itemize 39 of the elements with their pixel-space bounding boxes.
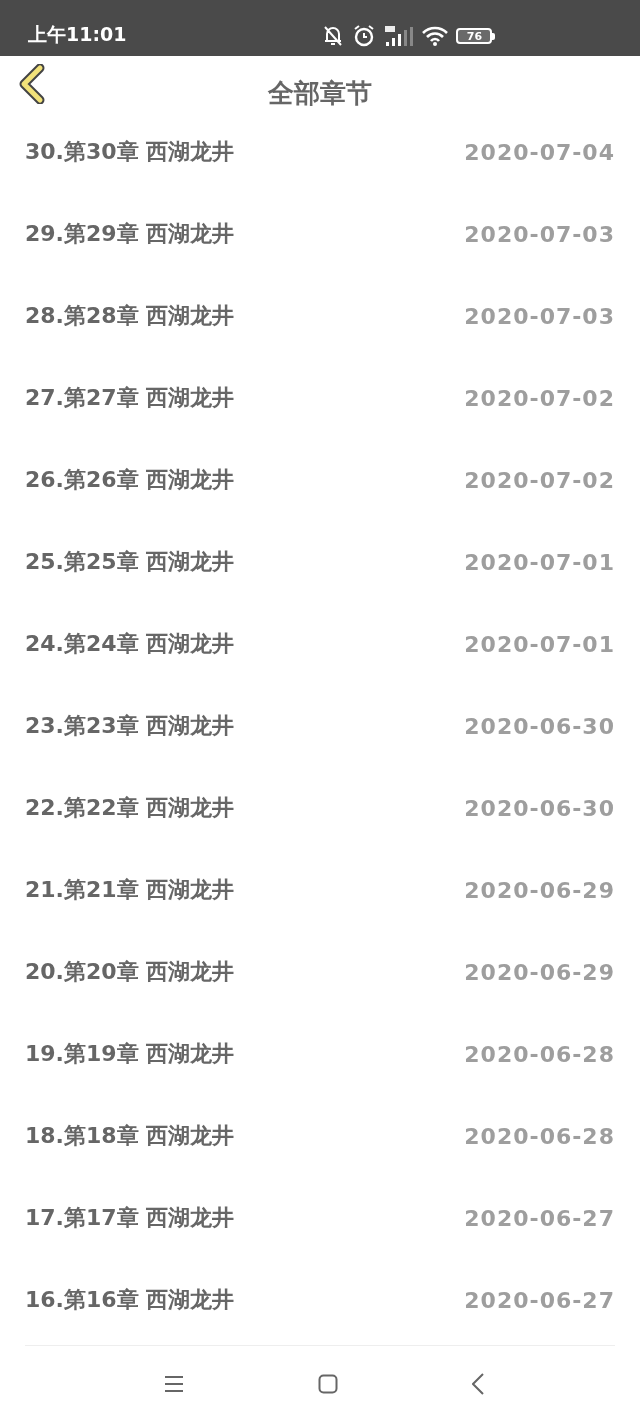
chapter-date: 2020-06-29 — [464, 959, 615, 985]
clock: 上午11:01 — [28, 22, 127, 47]
menu-icon[interactable] — [164, 1375, 184, 1393]
chapter-date: 2020-07-04 — [464, 139, 615, 165]
chapter-date: 2020-06-30 — [464, 713, 615, 739]
chapter-date: 2020-07-02 — [464, 385, 615, 411]
chapter-title[interactable]: 21.第21章 西湖龙井 — [25, 875, 235, 905]
wifi-icon — [422, 26, 449, 46]
page-title: 全部章节 — [268, 77, 372, 110]
chapter-date: 2020-07-03 — [464, 221, 615, 247]
chapter-date: 2020-07-01 — [464, 549, 615, 575]
chapter-title[interactable]: 22.第22章 西湖龙井 — [25, 793, 235, 823]
chapter-title[interactable]: 25.第25章 西湖龙井 — [25, 547, 235, 577]
back-icon[interactable] — [472, 1373, 484, 1395]
chapter-date: 2020-07-02 — [464, 467, 615, 493]
chapter-title[interactable]: 19.第19章 西湖龙井 — [25, 1039, 235, 1069]
chapter-date: 2020-06-27 — [464, 1287, 615, 1313]
chapter-date: 2020-06-28 — [464, 1123, 615, 1149]
chapter-title[interactable]: 18.第18章 西湖龙井 — [25, 1121, 235, 1151]
chapter-title[interactable]: 28.第28章 西湖龙井 — [25, 301, 235, 331]
chapter-title[interactable]: 26.第26章 西湖龙井 — [25, 465, 235, 495]
chapter-date: 2020-06-27 — [464, 1205, 615, 1231]
home-icon[interactable] — [318, 1374, 338, 1394]
battery-icon: 76 — [456, 28, 493, 44]
chapter-title[interactable]: 17.第17章 西湖龙井 — [25, 1203, 235, 1233]
muted-bell-icon — [322, 24, 345, 48]
signal-icon — [384, 25, 415, 47]
chapter-date: 2020-06-28 — [464, 1041, 615, 1067]
chapter-title[interactable]: 30.第30章 西湖龙井 — [25, 137, 235, 167]
chapter-date: 2020-06-29 — [464, 877, 615, 903]
chapter-title[interactable]: 16.第16章 西湖龙井 — [25, 1285, 235, 1315]
chapter-date: 2020-07-01 — [464, 631, 615, 657]
chapter-title[interactable]: 27.第27章 西湖龙井 — [25, 383, 235, 413]
chapter-title[interactable]: 23.第23章 西湖龙井 — [25, 711, 235, 741]
chapter-title[interactable]: 24.第24章 西湖龙井 — [25, 629, 235, 659]
chapter-date: 2020-06-30 — [464, 795, 615, 821]
chapter-title[interactable]: 29.第29章 西湖龙井 — [25, 219, 235, 249]
chapter-date: 2020-07-03 — [464, 303, 615, 329]
chapter-title[interactable]: 20.第20章 西湖龙井 — [25, 957, 235, 987]
